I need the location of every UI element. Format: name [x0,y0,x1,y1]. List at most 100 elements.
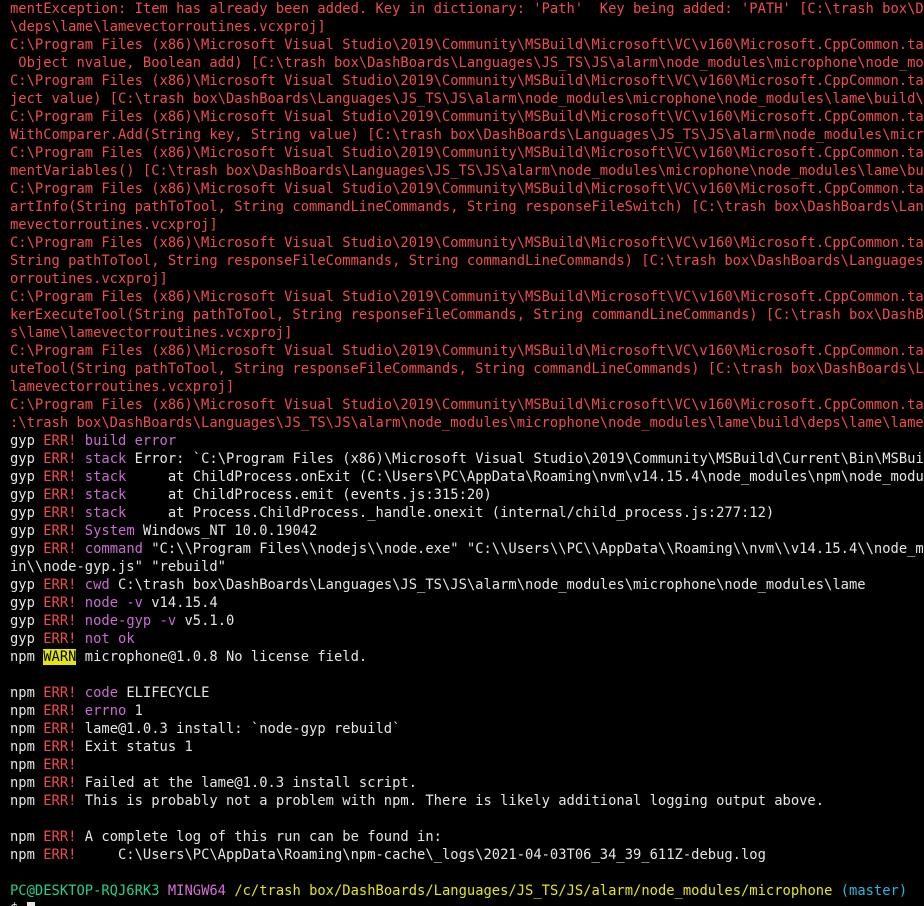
msbuild-error-line: C:\Program Files (x86)\Microsoft Visual … [10,235,924,251]
log-line: gyp ERR! stack at Process.ChildProcess._… [10,504,924,522]
log-level: ERR! [43,469,77,485]
log-value: v5.1.0 [176,613,235,629]
log-value: Error: `C:\Program Files (x86)\Microsoft… [126,451,924,467]
log-level: ERR! [43,613,77,629]
command-continuation: in\\node-gyp.js" "rebuild" [10,559,226,575]
msbuild-error-line: C:\Program Files (x86)\Microsoft Visual … [10,289,924,305]
log-key: command [84,541,143,557]
log-line: gyp ERR! command "C:\\Program Files\\nod… [10,540,924,558]
text-cursor [26,902,35,906]
msbuild-error-line: mevectorroutines.vcxproj] [10,217,218,233]
log-level: ERR! [43,523,77,539]
gyp-error-block: gyp ERR! build error gyp ERR! stack Error… [10,432,924,558]
log-prefix: gyp [10,631,35,647]
log-line: gyp ERR! not ok [10,630,924,648]
msbuild-error-line: s\lame\lamevectorroutines.vcxproj] [10,325,293,341]
log-line: gyp ERR! cwd C:\trash box\DashBoards\Lan… [10,576,924,594]
log-level: ERR! [43,793,77,809]
msbuild-error-line: orroutines.vcxproj] [10,271,168,287]
msbuild-error-line: C:\Program Files (x86)\Microsoft Visual … [10,343,924,359]
msbuild-error-line: artInfo(String pathToTool, String comman… [10,199,924,215]
log-prefix: gyp [10,487,35,503]
shell-prompt: PC@DESKTOP-RQJ6RK3 MINGW64 /c/trash box/… [10,882,924,900]
log-line: npm ERR! lame@1.0.3 install: `node-gyp r… [10,720,924,738]
msbuild-error-line: mentException: Item has already been add… [10,1,924,17]
log-value: Exit status 1 [76,739,193,755]
log-key: stack [84,451,127,467]
npm-log-block: npm ERR! A complete log of this run can … [10,828,924,864]
warn-badge: WARN [43,649,77,665]
msbuild-error-line: C:\Program Files (x86)\Microsoft Visual … [10,145,924,161]
msbuild-error-line: :\trash box\DashBoards\Languages\JS_TS\J… [10,415,924,431]
log-key: stack [84,469,127,485]
log-prefix: npm [10,847,35,863]
log-key: System [84,523,135,539]
log-value: Failed at the lame@1.0.3 install script. [76,775,418,791]
log-level: ERR! [43,577,77,593]
log-prefix: gyp [10,451,35,467]
msbuild-error-line: WithComparer.Add(String key, String valu… [10,127,924,143]
log-level: ERR! [43,721,77,737]
log-prefix: npm [10,739,35,755]
log-level: ERR! [43,631,77,647]
log-prefix: npm [10,775,35,791]
msbuild-error-line: mentVariables() [C:\trash box\DashBoards… [10,163,924,179]
log-value: 1 [126,703,143,719]
log-level: ERR! [43,541,77,557]
msbuild-error-block: mentException: Item has already been add… [10,0,924,432]
log-level: ERR! [43,775,77,791]
log-key: cwd [84,577,110,593]
prompt-user-host: PC@DESKTOP-RQJ6RK3 [10,883,160,899]
log-line: gyp ERR! node -v v14.15.4 [10,594,924,612]
log-prefix: npm [10,757,35,773]
terminal-window[interactable]: mentException: Item has already been add… [0,0,924,906]
warn-message: microphone@1.0.8 No license field. [76,649,368,665]
log-prefix: gyp [10,541,35,557]
msbuild-error-line: C:\Program Files (x86)\Microsoft Visual … [10,73,924,89]
command-input-line[interactable]: $ [10,900,924,906]
log-line: npm ERR! Exit status 1 [10,738,924,756]
npm-prefix: npm [10,649,35,665]
log-value: v14.15.4 [142,595,218,611]
log-key: stack [84,487,127,503]
log-level: ERR! [43,451,77,467]
log-value: C:\trash box\DashBoards\Languages\JS_TS\… [109,577,866,593]
log-prefix: npm [10,829,35,845]
log-value: A complete log of this run can be found … [76,829,442,845]
log-value: at ChildProcess.emit (events.js:315:20) [126,487,492,503]
log-line: npm ERR! C:\Users\PC\AppData\Roaming\npm… [10,846,924,864]
npm-warn-line: npm WARN microphone@1.0.8 No license fie… [10,648,924,666]
log-value: at Process.ChildProcess._handle.onexit (… [126,505,775,521]
log-key: node -v [84,595,143,611]
prompt-symbol: $ [10,901,18,906]
msbuild-error-line: C:\Program Files (x86)\Microsoft Visual … [10,109,924,125]
log-key: code [84,685,119,701]
log-line: npm ERR! errno 1 [10,702,924,720]
log-prefix: gyp [10,433,35,449]
log-line: gyp ERR! System Windows_NT 10.0.19042 [10,522,924,540]
log-value: Windows_NT 10.0.19042 [134,523,318,539]
log-level: ERR! [43,847,77,863]
log-line: gyp ERR! stack at ChildProcess.onExit (C… [10,468,924,486]
log-value: at ChildProcess.onExit (C:\Users\PC\AppD… [126,469,924,485]
log-prefix: npm [10,793,35,809]
log-prefix: gyp [10,505,35,521]
log-line: npm ERR! This is probably not a problem … [10,792,924,810]
log-line: gyp ERR! build error [10,432,924,450]
log-line: npm ERR! [10,756,924,774]
log-value: "C:\\Program Files\\nodejs\\node.exe" "C… [142,541,924,557]
log-value: C:\Users\PC\AppData\Roaming\npm-cache\_l… [76,847,766,863]
log-level: ERR! [43,757,77,773]
log-level: ERR! [43,505,77,521]
log-prefix: gyp [10,595,35,611]
log-level: ERR! [43,595,77,611]
log-level: ERR! [43,685,77,701]
msbuild-error-line: C:\Program Files (x86)\Microsoft Visual … [10,37,924,53]
log-line: gyp ERR! stack Error: `C:\Program Files … [10,450,924,468]
npm-error-block: npm ERR! code ELIFECYCLE npm ERR! errno 1… [10,684,924,810]
msbuild-error-line: uteTool(String pathToTool, String respon… [10,361,924,377]
log-key: errno [84,703,127,719]
prompt-branch: (master) [840,883,908,899]
